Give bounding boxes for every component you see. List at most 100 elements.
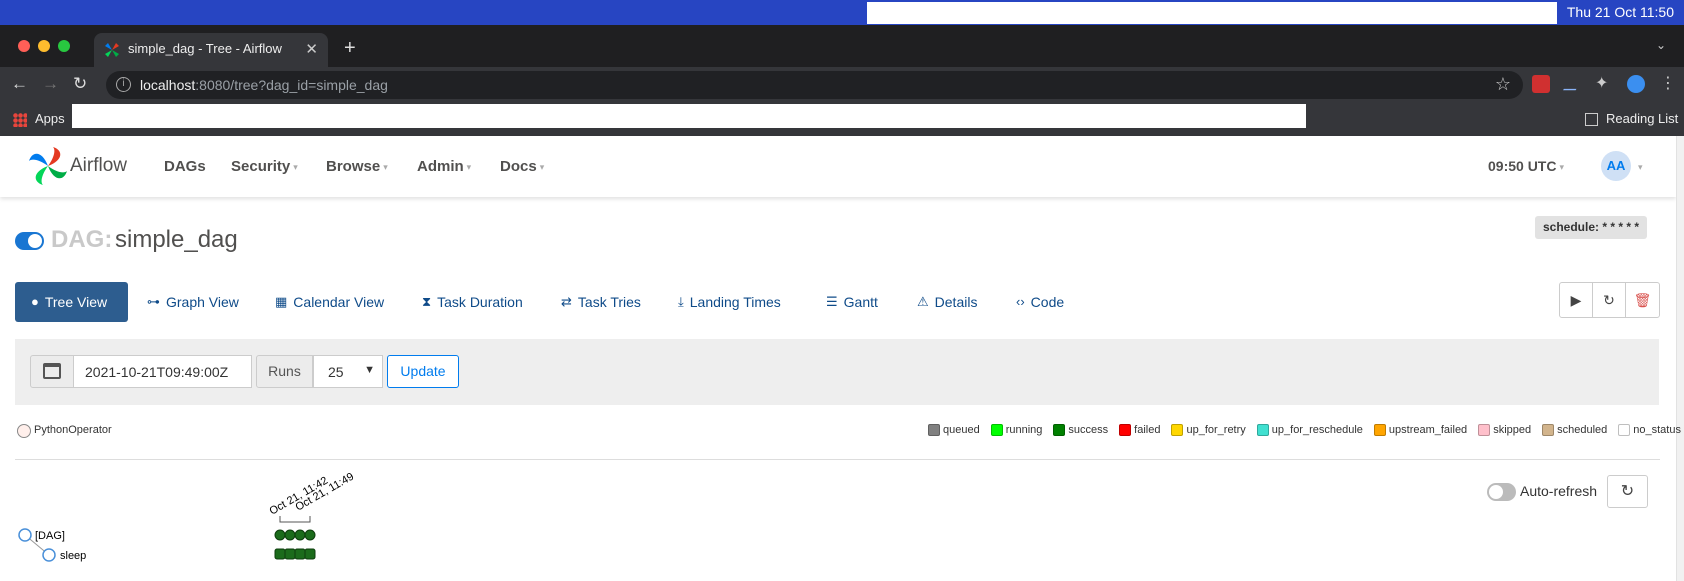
dag-run-node[interactable]: [274, 529, 286, 541]
gantt-icon: ☰: [826, 294, 838, 309]
extension-lastpass-icon[interactable]: [1532, 75, 1550, 93]
back-icon[interactable]: ←: [11, 74, 28, 94]
menu-browse[interactable]: Browse ▾: [326, 158, 388, 175]
legend-swatch: [1171, 424, 1184, 436]
legend-label: up_for_retry: [1186, 424, 1246, 436]
legend-item-queued: queued: [928, 424, 980, 436]
tab-graph-view[interactable]: ⊶ Graph View: [147, 282, 239, 322]
menu-admin[interactable]: Admin ▾: [417, 158, 471, 175]
extension-pen-icon[interactable]: [1563, 77, 1583, 91]
browser-tab[interactable]: simple_dag - Tree - Airflow ✕: [94, 33, 328, 67]
base-date-input[interactable]: 2021-10-21T09:49:00Z: [74, 355, 252, 388]
hourglass-icon: ⧗: [422, 294, 432, 309]
dag-run-node[interactable]: [284, 529, 296, 541]
legend-swatch: [990, 424, 1003, 436]
task-instance-cell[interactable]: [274, 548, 286, 560]
legend-swatch: [1053, 424, 1066, 436]
menu-security[interactable]: Security ▾: [231, 158, 298, 175]
chevron-down-icon[interactable]: ▾: [1638, 162, 1643, 173]
details-icon: ⚠: [917, 294, 929, 309]
dag-actions: ▶ ↻ 🗑: [1559, 282, 1660, 318]
page-scrollbar[interactable]: [1676, 136, 1684, 581]
tree-node-dag[interactable]: [18, 528, 32, 542]
dag-run-node[interactable]: [294, 529, 306, 541]
legend-swatch: [928, 424, 940, 436]
maximize-window-button[interactable]: [58, 40, 70, 52]
legend-label: upstream_failed: [1388, 424, 1468, 436]
calendar-icon: [43, 363, 61, 379]
task-instance-cell[interactable]: [284, 548, 296, 560]
airflow-logo-icon[interactable]: [28, 146, 68, 186]
task-instance-cell[interactable]: [294, 548, 306, 560]
timezone-clock[interactable]: 09:50 UTC ▾: [1488, 158, 1564, 174]
close-window-button[interactable]: [18, 40, 30, 52]
graph-icon: ⊶: [147, 294, 160, 309]
browser-toolbar: ← → ↻ i localhost:8080/tree?dag_id=simpl…: [0, 67, 1684, 103]
site-info-icon[interactable]: i: [116, 77, 131, 92]
extensions-puzzle-icon[interactable]: ✦: [1595, 75, 1613, 93]
os-menu-bar-redacted: [867, 2, 1557, 24]
chevron-down-icon: ▼: [364, 364, 375, 376]
browser-menu-icon[interactable]: ⋮: [1660, 75, 1678, 93]
legend-label: success: [1068, 424, 1109, 436]
reading-list-button[interactable]: Reading List: [1606, 111, 1678, 126]
code-icon: ‹›: [1016, 294, 1025, 309]
reading-list-icon[interactable]: [1585, 113, 1598, 126]
window-controls: [18, 40, 70, 52]
tree-label-task: sleep: [60, 550, 86, 562]
apps-bookmark[interactable]: Apps: [35, 111, 65, 126]
menu-docs[interactable]: Docs ▾: [500, 158, 544, 175]
tab-task-tries[interactable]: ⇄ Task Tries: [561, 282, 641, 322]
user-avatar[interactable]: AA: [1601, 151, 1631, 181]
tab-search-icon[interactable]: ⌄: [1656, 38, 1666, 52]
dag-run-node[interactable]: [304, 529, 316, 541]
forward-icon[interactable]: →: [42, 74, 59, 94]
bookmark-star-icon[interactable]: ☆: [1495, 74, 1511, 95]
tab-code[interactable]: ‹› Code: [1016, 282, 1064, 322]
airflow-navbar: Airflow DAGs Security ▾ Browse ▾ Admin ▾ Do…: [0, 136, 1676, 197]
menu-dags[interactable]: DAGs: [164, 158, 206, 175]
update-button[interactable]: Update: [387, 355, 459, 388]
state-legend: queued running success failed up_for_retry up…: [928, 424, 1684, 436]
refresh-tree-icon[interactable]: ↻: [1607, 475, 1648, 508]
task-instance-cell[interactable]: [304, 548, 316, 560]
legend-item-scheduled: scheduled: [1542, 424, 1607, 436]
tree-node-task[interactable]: [42, 548, 56, 562]
tab-gantt[interactable]: ☰ Gantt: [826, 282, 878, 322]
tree-controls-panel: 2021-10-21T09:49:00Z Runs 25 ▼ Update: [15, 339, 1659, 405]
tab-task-duration[interactable]: ⧗ Task Duration: [422, 282, 523, 322]
legend-item-running: running: [990, 424, 1042, 436]
address-bar[interactable]: i localhost:8080/tree?dag_id=simple_dag …: [106, 71, 1523, 99]
apps-grid-icon[interactable]: [13, 113, 27, 127]
num-runs-select[interactable]: 25 ▼: [313, 355, 383, 388]
operator-swatch: [17, 424, 31, 438]
legend-swatch: [1373, 424, 1386, 436]
tab-close-icon[interactable]: ✕: [305, 40, 318, 58]
legend-item-up_for_reschedule: up_for_reschedule: [1256, 424, 1363, 436]
legend-swatch: [1119, 424, 1132, 436]
operator-label: PythonOperator: [34, 424, 112, 436]
date-picker-button[interactable]: [30, 355, 74, 388]
legend-swatch: [1542, 424, 1555, 436]
dag-pause-toggle[interactable]: [15, 232, 44, 250]
delete-dag-icon[interactable]: 🗑: [1626, 283, 1659, 317]
extension-profile-icon[interactable]: [1627, 75, 1645, 93]
reload-icon[interactable]: ↻: [73, 74, 87, 94]
legend-item-skipped: skipped: [1478, 424, 1531, 436]
legend-item-upstream_failed: upstream_failed: [1373, 424, 1468, 436]
minimize-window-button[interactable]: [38, 40, 50, 52]
brand-name[interactable]: Airflow: [70, 155, 127, 177]
chevron-down-icon: ▾: [293, 161, 298, 172]
tree-icon: ●: [31, 294, 39, 309]
run-date-bracket: [279, 516, 311, 523]
tab-landing-times[interactable]: ⤓ Landing Times: [678, 282, 781, 322]
trigger-dag-icon[interactable]: ▶: [1560, 283, 1593, 317]
tab-calendar-view[interactable]: ▦ Calendar View: [275, 282, 384, 322]
refresh-dag-icon[interactable]: ↻: [1593, 283, 1626, 317]
tab-details[interactable]: ⚠ Details: [917, 282, 977, 322]
calendar-icon: ▦: [275, 294, 288, 309]
auto-refresh-toggle[interactable]: [1487, 483, 1516, 501]
url-text[interactable]: localhost:8080/tree?dag_id=simple_dag: [140, 77, 388, 93]
new-tab-icon[interactable]: +: [344, 37, 356, 60]
tab-tree-view[interactable]: ● Tree View: [15, 282, 128, 322]
